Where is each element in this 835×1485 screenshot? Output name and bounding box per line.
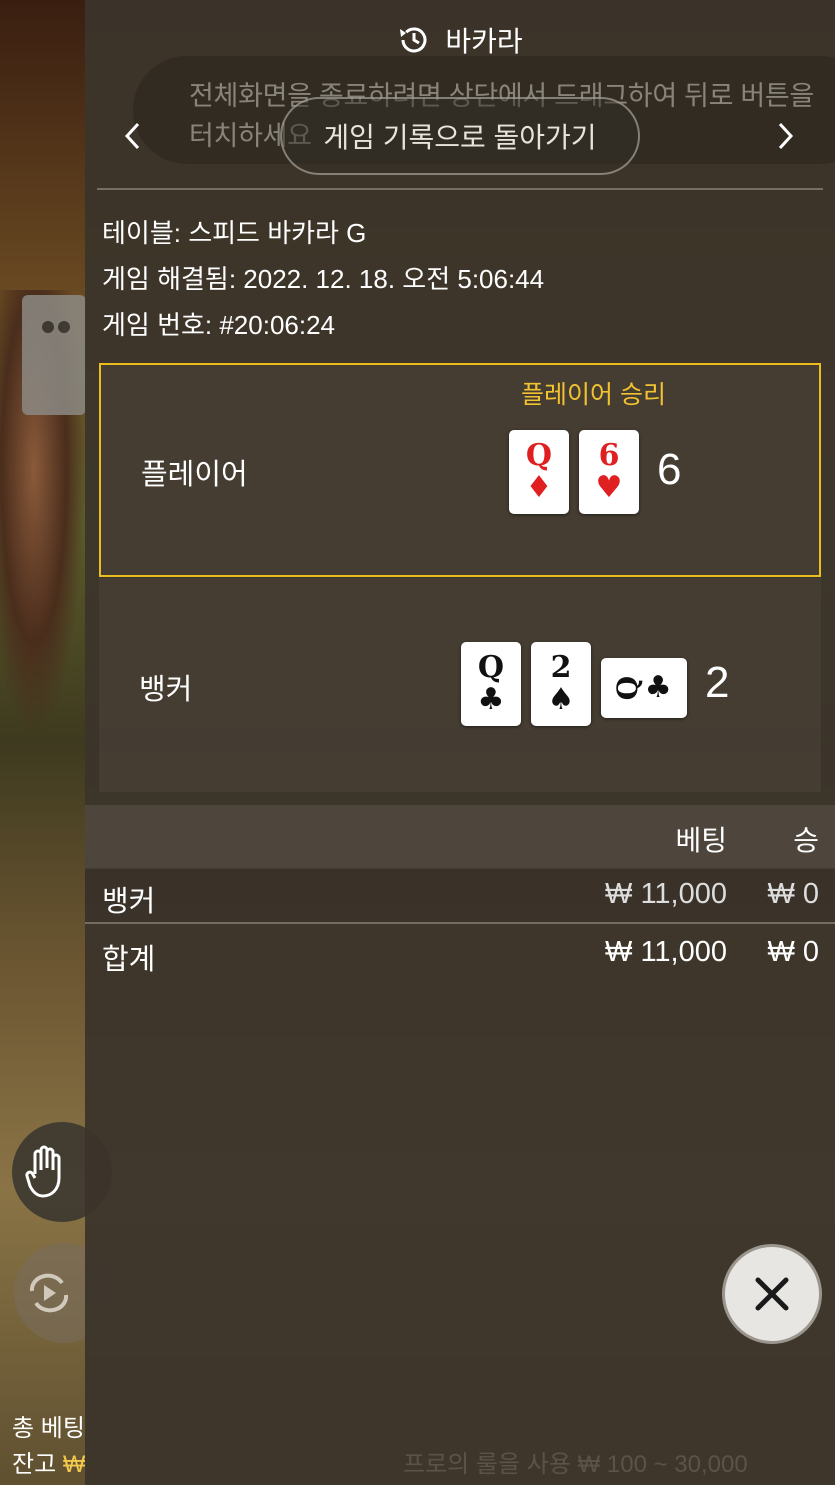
diamond-icon: ♦ [525,470,553,505]
repeat-icon [29,1273,69,1313]
player-score: 6 [657,445,682,494]
title-text: 바카라 [445,26,523,57]
footer-ghost-text: 프로의 룰을 사용 ₩ 100 ~ 30,000 [403,1451,748,1478]
card-rank: 2 [550,650,572,685]
table-info: 테이블: 스피드 바카라 G [102,218,367,248]
stone-totem-illustration [22,295,86,415]
banker-score: 2 [705,658,730,707]
player-hand: 플레이어 승리 플레이어 Q ♦ 6 ♥ 6 [99,363,821,577]
banker-label: 뱅커 [139,674,193,706]
card-rank: Q [477,650,505,685]
winner-label: 플레이어 승리 [521,381,666,409]
banker-hand: 뱅커 Q ♣ 2 ♠ Q ♣ 2 [99,578,821,792]
win-amount: ₩ 0 [767,878,819,910]
panel-title: 바카라 [85,20,835,60]
chevron-right-icon [778,122,794,150]
table-row-total: 합계 ₩ 11,000 ₩ 0 [85,926,835,982]
header-win: 승 [793,825,819,856]
back-to-history-button[interactable]: 게임 기록으로 돌아가기 [280,97,640,175]
balance-label: 잔고 [12,1451,57,1478]
divider [97,188,823,190]
total-name: 합계 [102,944,156,976]
history-icon [400,27,427,53]
bet-name: 뱅커 [102,886,156,918]
player-label: 플레이어 [141,459,248,491]
close-button[interactable] [722,1244,822,1344]
player-card-1: Q ♦ [509,430,569,514]
banker-card-2: 2 ♠ [531,642,591,726]
total-bet-label: 총 베팅 [12,1415,85,1442]
table-row: 뱅커 ₩ 11,000 ₩ 0 [85,868,835,924]
previous-game-button[interactable] [117,116,147,156]
heart-icon: ♥ [595,470,623,505]
total-bet-amount: ₩ 11,000 [605,936,727,968]
balance-row: 잔고 ₩ [12,1444,92,1479]
card-rank: Q [525,438,553,473]
card-rank: Q [611,675,645,701]
total-win-amount: ₩ 0 [767,936,819,968]
banker-card-3: Q ♣ [601,658,687,718]
balance-currency: ₩ [62,1451,86,1478]
game-number-info: 게임 번호: #20:06:24 [102,310,336,340]
close-icon [755,1277,789,1311]
bet-amount: ₩ 11,000 [605,878,727,910]
player-card-2: 6 ♥ [579,430,639,514]
resolved-time-info: 게임 해결됨: 2022. 12. 18. 오전 5:06:44 [102,264,545,294]
next-game-button[interactable] [771,116,801,156]
club-icon: ♣ [644,670,672,705]
banker-card-1: Q ♣ [461,642,521,726]
spade-icon: ♠ [547,682,575,717]
card-rank: 6 [598,438,620,473]
chevron-left-icon [124,122,140,150]
bet-table-header: 베팅 승 [85,805,835,869]
club-icon: ♣ [477,682,505,717]
game-detail-panel: 바카라 전체화면을 종료하려면 상단에서 드래그하여 뒤로 버튼을 터치하세요 … [85,0,835,1485]
hand-icon [25,1145,61,1198]
header-bet: 베팅 [675,825,727,856]
